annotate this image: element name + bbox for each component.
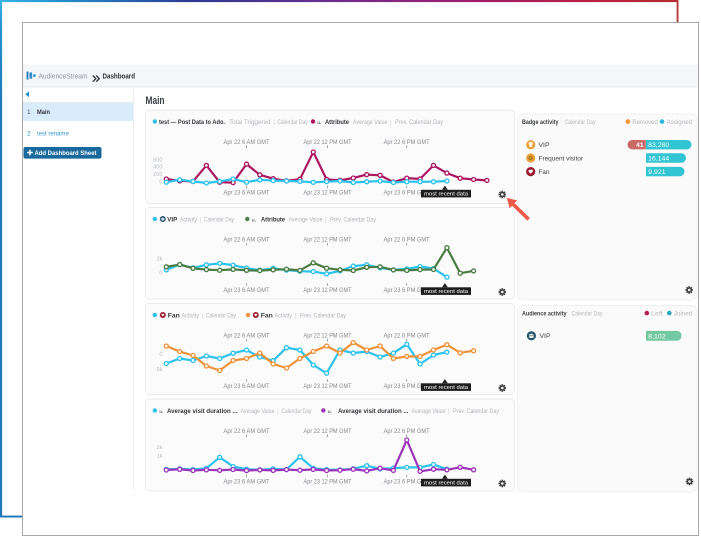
svg-text:Attribute: Attribute <box>261 216 285 223</box>
svg-text:1k: 1k <box>157 454 163 460</box>
svg-text:83,280: 83,280 <box>648 142 669 149</box>
svg-text:test rename: test rename <box>37 130 69 137</box>
svg-text:Apr 23 6 AM GMT: Apr 23 6 AM GMT <box>224 383 270 390</box>
svg-text:Add Dashboard Sheet: Add Dashboard Sheet <box>35 150 98 157</box>
svg-text:16,144: 16,144 <box>648 156 669 163</box>
svg-text:Main: Main <box>146 95 165 107</box>
svg-text:Calendar Day: Calendar Day <box>572 311 604 318</box>
svg-text:u.: u. <box>328 410 332 415</box>
svg-text:Apr 22 12 PM GMT: Apr 22 12 PM GMT <box>304 332 352 339</box>
svg-text:Apr 22 6 AM GMT: Apr 22 6 AM GMT <box>224 236 270 243</box>
svg-text:Apr 22 6 AM GMT: Apr 22 6 AM GMT <box>224 428 270 435</box>
svg-text:Apr 22 12 PM GMT: Apr 22 12 PM GMT <box>304 139 352 146</box>
svg-text:Dashboard: Dashboard <box>103 72 136 81</box>
svg-text:Apr 23 12 PM GMT: Apr 23 12 PM GMT <box>304 287 352 294</box>
svg-text:Apr 23 6 AM GMT: Apr 23 6 AM GMT <box>224 287 270 294</box>
svg-text:VIP: VIP <box>167 216 178 223</box>
svg-text:Assigned: Assigned <box>667 119 693 126</box>
svg-text:2k: 2k <box>157 257 163 263</box>
svg-text:Removed: Removed <box>632 119 658 126</box>
svg-text:Average Value: Average Value <box>289 216 323 223</box>
svg-text:Calendar Day: Calendar Day <box>204 216 235 223</box>
svg-text:Average visit duration ...: Average visit duration ... <box>338 408 409 415</box>
svg-text:u.: u. <box>159 410 163 415</box>
svg-text:8,102: 8,102 <box>648 333 666 340</box>
svg-text:Apr 23 12 PM GMT: Apr 23 12 PM GMT <box>304 189 352 196</box>
svg-text:Attribute: Attribute <box>325 119 349 126</box>
svg-text:41: 41 <box>636 142 644 149</box>
svg-text:VIP: VIP <box>540 333 551 340</box>
svg-text:Calendar Day: Calendar Day <box>282 408 313 415</box>
svg-text:Prev. Calendar Day: Prev. Calendar Day <box>453 408 500 415</box>
svg-text:Calendar Day: Calendar Day <box>565 119 597 126</box>
svg-text:Apr 22 6 AM GMT: Apr 22 6 AM GMT <box>224 332 270 339</box>
svg-text:Apr 22 6 PM GMT: Apr 22 6 PM GMT <box>384 428 430 435</box>
svg-text:Apr 22 12 PM GMT: Apr 22 12 PM GMT <box>304 236 352 243</box>
svg-text:u.: u. <box>252 218 256 223</box>
svg-text:Average visit duration ...: Average visit duration ... <box>167 408 238 415</box>
svg-text:0: 0 <box>159 352 162 358</box>
svg-text:Fan: Fan <box>168 312 180 319</box>
svg-text:Calendar Day: Calendar Day <box>277 119 308 126</box>
svg-text:9,921: 9,921 <box>648 169 666 176</box>
svg-text:Fan: Fan <box>261 312 273 319</box>
svg-text:Left: Left <box>651 311 663 318</box>
svg-text:600: 600 <box>153 157 162 163</box>
svg-text:Calendar Day: Calendar Day <box>206 312 237 319</box>
svg-text:Apr 23 6 AM GMT: Apr 23 6 AM GMT <box>224 189 270 196</box>
svg-text:Apr 23 12 PM GMT: Apr 23 12 PM GMT <box>304 383 352 390</box>
svg-text:Activity: Activity <box>182 312 200 319</box>
svg-text:1: 1 <box>27 109 31 116</box>
svg-text:Prev. Calendar Day: Prev. Calendar Day <box>395 119 444 126</box>
svg-text:AudienceStream: AudienceStream <box>39 72 88 81</box>
svg-text:Activity: Activity <box>180 216 198 223</box>
svg-text:Apr 23 6 AM GMT: Apr 23 6 AM GMT <box>224 478 270 485</box>
svg-text:Main: Main <box>37 109 50 116</box>
svg-text:most recent data: most recent data <box>424 289 469 295</box>
svg-text:0: 0 <box>159 271 162 277</box>
svg-text:test — Post Data to Ado.: test — Post Data to Ado. <box>159 119 225 126</box>
svg-text:400: 400 <box>153 165 162 171</box>
svg-text:Fan: Fan <box>539 169 550 176</box>
svg-text:most recent data: most recent data <box>424 480 469 486</box>
svg-text:Average Value: Average Value <box>241 408 275 415</box>
svg-text:Apr 22 12 PM GMT: Apr 22 12 PM GMT <box>304 428 352 435</box>
svg-text:Apr 22 6 PM GMT: Apr 22 6 PM GMT <box>384 236 430 243</box>
svg-text:Joined: Joined <box>674 311 693 318</box>
svg-text:Badge activity: Badge activity <box>522 119 559 126</box>
svg-text:Average Value: Average Value <box>353 119 388 126</box>
svg-text:Prev. Calendar Day: Prev. Calendar Day <box>300 312 347 319</box>
svg-text:most recent data: most recent data <box>424 191 469 197</box>
svg-text:u.: u. <box>317 121 321 126</box>
svg-text:0: 0 <box>159 180 162 186</box>
svg-text:2k: 2k <box>157 445 163 451</box>
svg-text:most recent data: most recent data <box>424 385 469 391</box>
svg-text:Average Value: Average Value <box>412 408 446 415</box>
svg-text:Apr 22 6 PM GMT: Apr 22 6 PM GMT <box>384 332 430 339</box>
svg-text:200: 200 <box>153 172 162 178</box>
svg-text:Apr 22 6 AM GMT: Apr 22 6 AM GMT <box>224 139 270 146</box>
svg-text:Apr 22 6 PM GMT: Apr 22 6 PM GMT <box>384 139 430 146</box>
svg-text:Prev. Calendar Day: Prev. Calendar Day <box>330 216 377 223</box>
svg-text:Total Triggered: Total Triggered <box>229 119 271 126</box>
svg-text:VIP: VIP <box>539 142 550 149</box>
svg-text:2: 2 <box>27 130 31 137</box>
svg-text:-5k: -5k <box>155 367 163 373</box>
svg-text:Apr 23 12 PM GMT: Apr 23 12 PM GMT <box>304 478 352 485</box>
svg-text:Frequent visitor: Frequent visitor <box>539 155 584 162</box>
svg-text:Activity: Activity <box>275 312 293 319</box>
svg-text:Audience activity: Audience activity <box>522 311 567 318</box>
